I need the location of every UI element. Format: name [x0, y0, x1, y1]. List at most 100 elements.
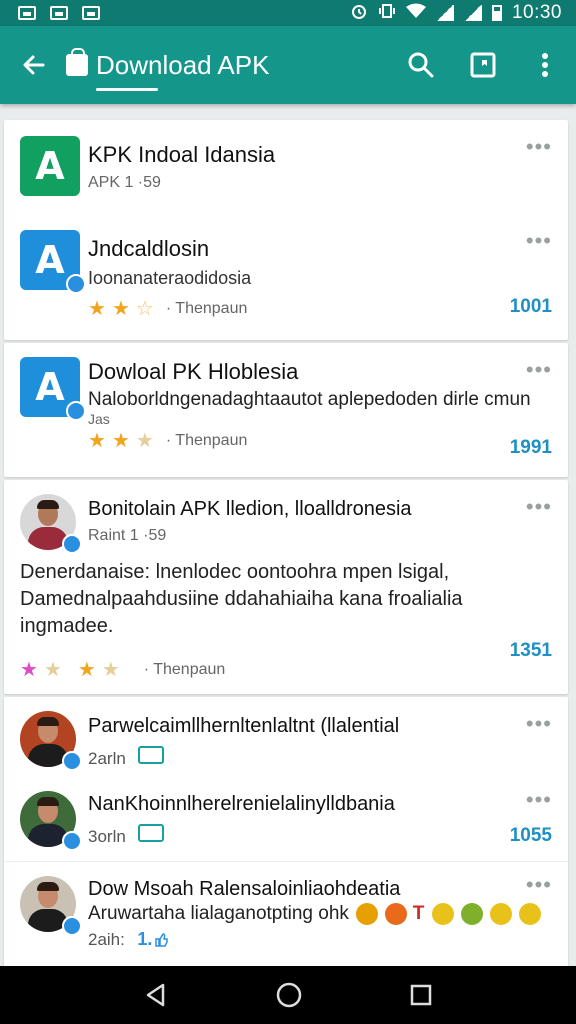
like-button[interactable] — [138, 824, 165, 842]
star-icon: ★ — [101, 659, 120, 681]
description-line: ingmadee. — [20, 615, 114, 637]
verified-badge-icon — [62, 534, 82, 554]
item-title: Bonitolain APK lledion, lloalldronesia — [88, 498, 412, 520]
rating-text: · Thenpaun — [143, 661, 226, 678]
status-clock: 10:30 — [511, 2, 562, 23]
bookmark-button[interactable] — [468, 50, 498, 80]
avatar — [20, 876, 82, 936]
time-ago: 3orln — [88, 827, 126, 846]
emoji-icon — [431, 903, 454, 925]
emoji-icon — [460, 903, 483, 925]
more-horiz-icon[interactable]: ••• — [526, 713, 552, 735]
signal-icon — [435, 5, 454, 21]
item-title: NanKhoinnlherelrenielalinylldbania — [88, 793, 395, 815]
wifi-icon — [405, 3, 426, 24]
rating: ★ ★ ★ ★ · Thenpaun — [20, 660, 552, 680]
bookmark-box-icon — [470, 52, 496, 78]
verified-badge-icon — [62, 751, 82, 771]
item-title: Dow Msoah Ralensaloinliaohdeatia — [88, 878, 401, 900]
list-item[interactable]: A Dowloal PK Hloblesia Naloborldngenadag… — [4, 343, 568, 477]
star-icon: ★ — [111, 430, 130, 452]
item-description: Denerdanaise: lnenlodec oontoohra mpen l… — [20, 561, 552, 680]
star-icon: ★ — [88, 430, 106, 452]
battery-icon — [491, 5, 502, 21]
signal-icon-2 — [463, 5, 482, 21]
overflow-menu-button[interactable] — [530, 50, 560, 80]
thumbs-up-icon — [138, 746, 165, 764]
title-underline — [96, 87, 158, 91]
emoji-icon — [490, 903, 513, 925]
app-icon: A — [20, 357, 86, 421]
nav-back-icon[interactable] — [143, 982, 169, 1008]
item-title: Dowloal PK Hloblesia — [88, 359, 299, 384]
item-description: Naloborldngenadaghtaautot aplepedoden di… — [88, 389, 531, 410]
list-item[interactable]: A Jndcaldlosin Ioonanateraodidosia ★ ★ ☆… — [4, 228, 568, 338]
verified-badge-icon — [62, 831, 82, 851]
avatar — [20, 711, 82, 771]
more-horiz-icon[interactable]: ••• — [526, 230, 552, 252]
nav-home-icon[interactable] — [275, 981, 303, 1009]
rating: ★ ★ ☆ · Thenpaun — [88, 299, 552, 319]
shopping-bag-icon — [66, 48, 88, 76]
count-value: 1351 — [509, 640, 552, 661]
more-vert-icon — [542, 53, 548, 77]
avatar — [20, 791, 82, 851]
app-bar: Download APK — [0, 26, 576, 104]
item-title: KPK Indoal Idansia — [88, 142, 276, 167]
more-horiz-icon[interactable]: ••• — [526, 496, 552, 518]
star-half-icon: ☆ — [135, 298, 154, 320]
more-horiz-icon[interactable]: ••• — [526, 136, 552, 158]
rating: ★ ★ ★ · Thenpaun — [88, 431, 552, 451]
app-card: A KPK Indoal Idansia APK 1 ·59 ••• A Jnd… — [4, 120, 568, 340]
search-button[interactable] — [406, 50, 436, 80]
app-card: A Dowloal PK Hloblesia Naloborldngenadag… — [4, 343, 568, 477]
arrow-left-icon — [23, 55, 45, 75]
like-button[interactable] — [138, 746, 165, 764]
app-title: Download APK — [96, 49, 270, 80]
thumbs-up-icon — [138, 824, 165, 842]
star-icon: ★ — [20, 659, 38, 681]
image-notification-icon — [50, 6, 68, 20]
star-icon: ★ — [111, 298, 130, 320]
item-title: Parwelcaimllhernltenlaltnt (llalential — [88, 715, 400, 737]
description-line: Denerdanaise: lnenlodec oontoohra mpen l… — [20, 561, 450, 583]
emoji-icon — [356, 903, 379, 925]
emoji-icon — [519, 903, 542, 925]
more-horiz-icon[interactable]: ••• — [526, 359, 552, 381]
more-horiz-icon[interactable]: ••• — [526, 789, 552, 811]
verified-badge-icon — [66, 401, 86, 421]
app-icon: A — [20, 230, 86, 294]
back-button[interactable] — [16, 47, 52, 83]
comment-item[interactable]: NanKhoinnlherelrenielalinylldbania 3orln… — [4, 783, 568, 861]
star-icon: ★ — [77, 659, 96, 681]
item-subtitle: Raint 1 ·59 — [88, 527, 167, 544]
app-title-wrap: Download APK — [96, 49, 270, 91]
list-item[interactable]: A KPK Indoal Idansia APK 1 ·59 ••• — [4, 120, 568, 228]
search-icon — [408, 52, 434, 78]
comment-item[interactable]: Dow Msoah Ralensaloinliaohdeatia Aruwart… — [4, 862, 568, 966]
rating-text: · Thenpaun — [165, 432, 248, 449]
content-list: A KPK Indoal Idansia APK 1 ·59 ••• A Jnd… — [4, 120, 568, 970]
time-ago: 2aih: — [88, 930, 125, 950]
comment-item[interactable]: Parwelcaimllhernltenlaltnt (llalential 2… — [4, 697, 568, 783]
item-description: Aruwartaha lialaganotpting ohk T — [88, 903, 552, 925]
nav-recents-icon[interactable] — [409, 983, 433, 1007]
more-horiz-icon[interactable]: ••• — [526, 874, 552, 896]
like-button[interactable]: 1. — [137, 929, 169, 950]
verified-badge-icon — [62, 916, 82, 936]
emoji-text: T — [412, 903, 425, 925]
description-line: Damednalpaahdusiine ddahahiaiha kana fro… — [20, 588, 463, 610]
star-empty-icon: ★ — [135, 430, 154, 452]
count-value: 1001 — [509, 296, 552, 317]
verified-badge-icon — [66, 274, 86, 294]
list-item[interactable]: Bonitolain APK lledion, lloalldronesia R… — [4, 480, 568, 694]
avatar — [20, 494, 82, 554]
gallery-notification-icon — [82, 6, 100, 20]
count-value: 1055 — [509, 825, 552, 846]
item-extra: Jas — [88, 411, 110, 427]
description-text: Aruwartaha lialaganotpting ohk — [88, 903, 349, 925]
star-icon: ★ — [43, 659, 62, 681]
comments-card: Parwelcaimllhernltenlaltnt (llalential 2… — [4, 697, 568, 967]
app-icon: A — [20, 136, 80, 196]
post-card: Bonitolain APK lledion, lloalldronesia R… — [4, 480, 568, 694]
